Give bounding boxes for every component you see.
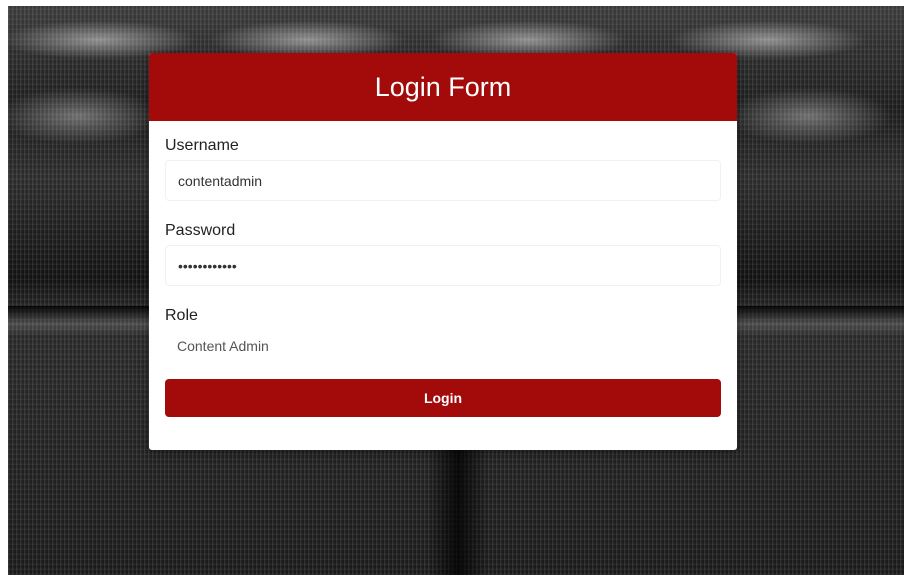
password-input[interactable] xyxy=(165,245,721,286)
username-label: Username xyxy=(165,137,239,154)
login-form-body: Username Password Role Content Admin Log… xyxy=(149,121,737,417)
username-input[interactable] xyxy=(165,160,721,201)
form-title: Login Form xyxy=(374,71,512,102)
role-select[interactable]: Content Admin xyxy=(165,330,721,362)
role-label: Role xyxy=(165,307,198,324)
background-seam xyxy=(428,446,488,575)
password-label: Password xyxy=(165,222,236,239)
login-button[interactable]: Login xyxy=(165,379,721,417)
login-header: Login Form xyxy=(149,53,737,121)
role-selected-value: Content Admin xyxy=(177,338,269,354)
login-card: Login Form Username Password Role Conten… xyxy=(149,53,737,450)
